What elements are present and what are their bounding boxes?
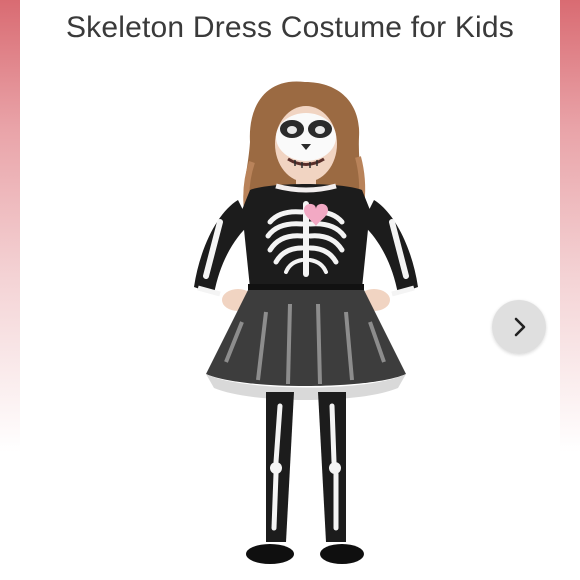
listing-title: Skeleton Dress Costume for Kids [65,11,515,44]
next-image-button[interactable] [492,300,546,354]
left-shoe [246,544,294,564]
right-edge-gradient [560,0,580,580]
product-photo [194,81,418,564]
listing-photo-frame: Skeleton Dress Costume for Kids [0,0,580,580]
right-sleeve [362,200,418,294]
right-shoe [320,544,364,564]
chevron-right-icon [514,317,526,337]
left-sleeve [194,200,250,294]
left-edge-gradient [0,0,20,580]
